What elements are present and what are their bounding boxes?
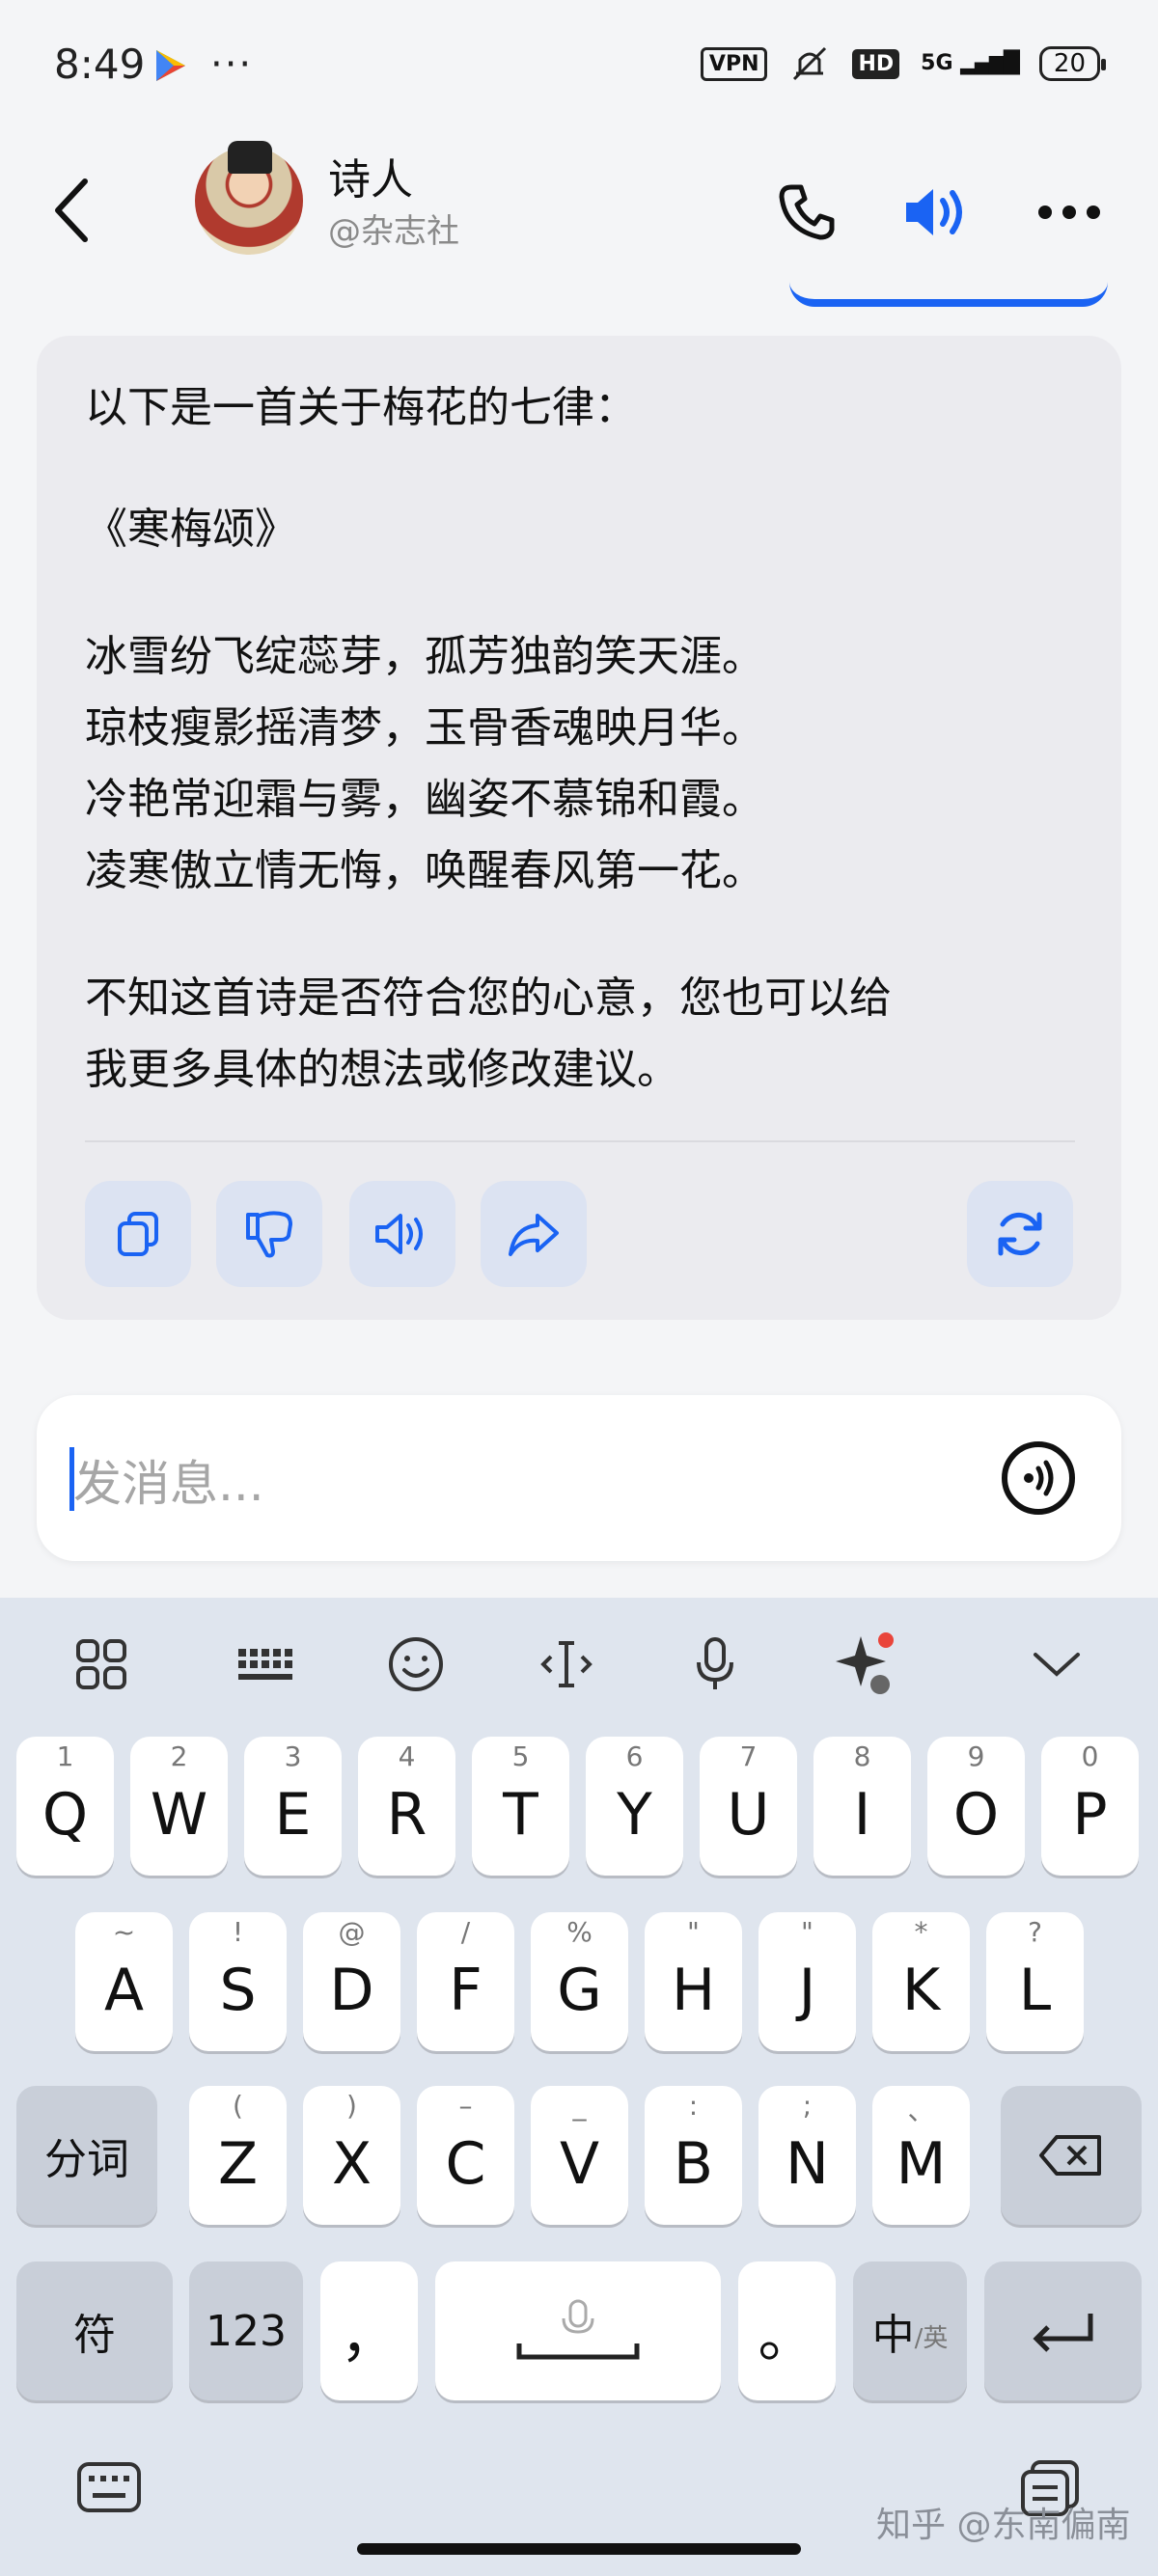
thumbs-down-icon: [246, 1211, 292, 1258]
key-n[interactable]: ; N: [758, 2086, 856, 2225]
message-placeholder: 发消息...: [73, 1456, 264, 1512]
microphone-icon: [697, 1637, 733, 1689]
key-enter[interactable]: [984, 2261, 1142, 2400]
closing-line: 不知这首诗是否符合您的心意，您也可以给: [85, 973, 892, 1023]
emoji-icon: [389, 1637, 443, 1691]
more-button[interactable]: [1031, 174, 1108, 251]
emoji-button[interactable]: [382, 1631, 450, 1698]
previous-message-edge: [789, 282, 1108, 307]
chevron-down-icon: [1034, 1653, 1080, 1677]
poem-line: 凌寒傲立情无悔，唤醒春风第一花。: [85, 846, 764, 895]
play-store-icon: [156, 50, 185, 81]
key-comma[interactable]: ，: [320, 2261, 418, 2400]
vpn-icon: VPN: [700, 46, 768, 81]
space-mic-icon: [516, 2299, 640, 2360]
home-indicator[interactable]: [357, 2543, 801, 2555]
refresh-icon: [998, 1212, 1042, 1256]
grid-icon: [76, 1639, 126, 1689]
hd-icon: HD: [852, 48, 900, 79]
key-h[interactable]: " H: [645, 1912, 742, 2051]
keyboard-apps-button[interactable]: [68, 1631, 135, 1698]
avatar-hat: [228, 141, 272, 174]
key-symbols[interactable]: 符: [16, 2261, 173, 2400]
status-time: 8:49: [54, 41, 146, 88]
key-q[interactable]: 1Q: [16, 1737, 114, 1876]
poem-line: 冷艳常迎霜与雾，幽姿不慕锦和霞。: [85, 775, 764, 824]
key-c[interactable]: – C: [417, 2086, 514, 2225]
keyboard-switch-icon[interactable]: [75, 2458, 143, 2516]
key-t[interactable]: 5T: [472, 1737, 569, 1876]
regenerate-button[interactable]: [967, 1181, 1073, 1287]
key-y[interactable]: 6Y: [586, 1737, 683, 1876]
copy-icon: [118, 1212, 158, 1256]
read-aloud-button[interactable]: [349, 1181, 455, 1287]
key-s[interactable]: ! S: [189, 1912, 287, 2051]
message-divider: [85, 1140, 1075, 1142]
mute-icon: [793, 46, 827, 81]
key-f[interactable]: / F: [417, 1912, 514, 2051]
call-button[interactable]: [768, 174, 845, 251]
message-intro: 以下是一首关于梅花的七律：: [85, 383, 637, 432]
cursor-move-button[interactable]: [533, 1631, 600, 1698]
voice-playback-button[interactable]: [897, 174, 975, 251]
more-icon: [1038, 206, 1100, 219]
speaker-outline-icon: [375, 1214, 423, 1254]
phone-icon: [779, 184, 835, 240]
enter-icon: [1032, 2314, 1092, 2352]
key-m[interactable]: 、 M: [872, 2086, 970, 2225]
key-g[interactable]: % G: [531, 1912, 628, 2051]
key-a[interactable]: ~ A: [75, 1912, 173, 2051]
collapse-keyboard-button[interactable]: [1023, 1631, 1090, 1698]
key-j[interactable]: " J: [758, 1912, 856, 2051]
key-p[interactable]: 0P: [1041, 1737, 1139, 1876]
speaker-icon: [906, 189, 962, 235]
key-period[interactable]: 。: [738, 2261, 836, 2400]
key-e[interactable]: 3E: [244, 1737, 342, 1876]
key-x[interactable]: ) X: [303, 2086, 400, 2225]
key-k[interactable]: * K: [872, 1912, 970, 2051]
key-l[interactable]: ? L: [986, 1912, 1084, 2051]
contact-name: 诗人: [328, 155, 413, 205]
status-bar: 8:49 ··· VPN HD 5G ▂▄▆█ 20: [0, 0, 1158, 135]
key-backspace[interactable]: [1001, 2086, 1142, 2225]
contact-handle: @杂志社: [328, 212, 459, 251]
voice-typing-button[interactable]: [681, 1631, 749, 1698]
ai-assist-button[interactable]: [832, 1631, 899, 1698]
chat-header: 诗人 @杂志社: [0, 135, 1158, 280]
share-button[interactable]: [481, 1181, 587, 1287]
key-space[interactable]: [435, 2261, 721, 2400]
key-r[interactable]: 4R: [358, 1737, 455, 1876]
sparkle-icon: [836, 1632, 894, 1694]
poem-title: 《寒梅颂》: [85, 505, 297, 554]
key-b[interactable]: :B: [645, 2086, 742, 2225]
status-more: ···: [210, 42, 254, 87]
key-o[interactable]: 9O: [927, 1737, 1025, 1876]
key-i[interactable]: 8I: [813, 1737, 911, 1876]
watermark: 知乎 @东南偏南: [876, 2506, 1131, 2545]
back-icon[interactable]: [46, 172, 104, 249]
poem-line: 冰雪纷飞绽蕊芽，孤芳独韵笑天涯。: [85, 632, 764, 681]
cursor-icon: [540, 1641, 593, 1687]
battery-icon: 20: [1038, 46, 1107, 81]
share-icon: [509, 1214, 559, 1256]
key-language[interactable]: 中/英: [853, 2261, 967, 2400]
voice-input-icon[interactable]: [1000, 1439, 1077, 1517]
poem-line: 琼枝瘦影摇清梦，玉骨香魂映月华。: [85, 703, 764, 753]
key-w[interactable]: 2W: [130, 1737, 228, 1876]
key-u[interactable]: 7U: [700, 1737, 797, 1876]
key-d[interactable]: @ D: [303, 1912, 400, 2051]
key-v[interactable]: _ V: [531, 2086, 628, 2225]
key-numbers[interactable]: 123: [189, 2261, 303, 2400]
signal-icon: 5G ▂▄▆█: [921, 51, 1020, 75]
keyboard-layout-button[interactable]: [232, 1631, 299, 1698]
backspace-icon: [1039, 2135, 1101, 2176]
key-fenci[interactable]: 分词: [16, 2086, 157, 2225]
key-z[interactable]: (Z: [189, 2086, 287, 2225]
keyboard-icon: [238, 1649, 292, 1680]
closing-line: 我更多具体的想法或修改建议。: [85, 1045, 679, 1094]
copy-button[interactable]: [85, 1181, 191, 1287]
dislike-button[interactable]: [216, 1181, 322, 1287]
